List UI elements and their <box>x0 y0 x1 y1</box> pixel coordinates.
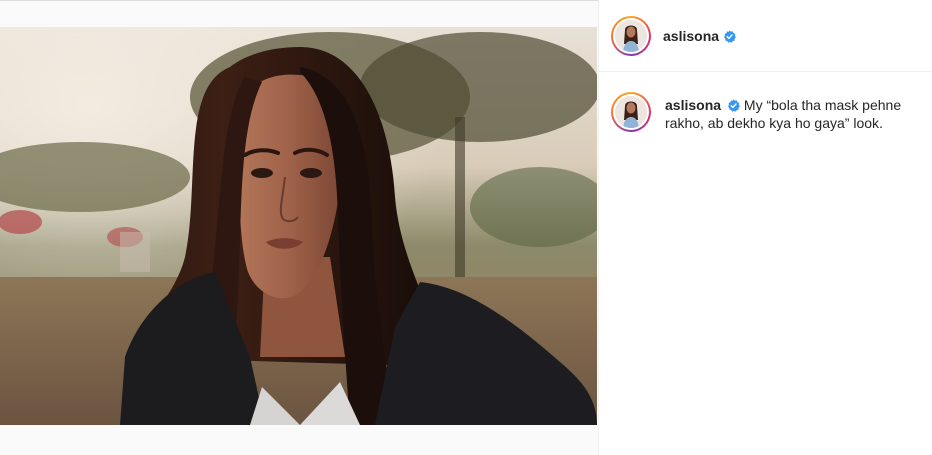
post-image[interactable] <box>0 27 597 425</box>
verified-badge-icon <box>727 99 740 112</box>
post-viewer: aslisona aslisona My “bola tha mask pehn… <box>0 0 932 455</box>
caption-avatar[interactable] <box>611 92 651 132</box>
caption-username[interactable]: aslisona <box>665 97 721 113</box>
avatar-image <box>615 96 647 128</box>
post-header: aslisona <box>599 0 932 72</box>
caption-text-block: aslisona My “bola tha mask pehne rakho, … <box>665 96 921 132</box>
verified-badge-icon <box>723 30 736 43</box>
post-image-illustration <box>0 27 597 425</box>
post-side-panel: aslisona aslisona My “bola tha mask pehn… <box>598 0 932 455</box>
header-avatar[interactable] <box>611 16 651 56</box>
header-username[interactable]: aslisona <box>663 28 719 44</box>
avatar-image <box>615 20 647 52</box>
header-username-row: aslisona <box>663 28 736 45</box>
